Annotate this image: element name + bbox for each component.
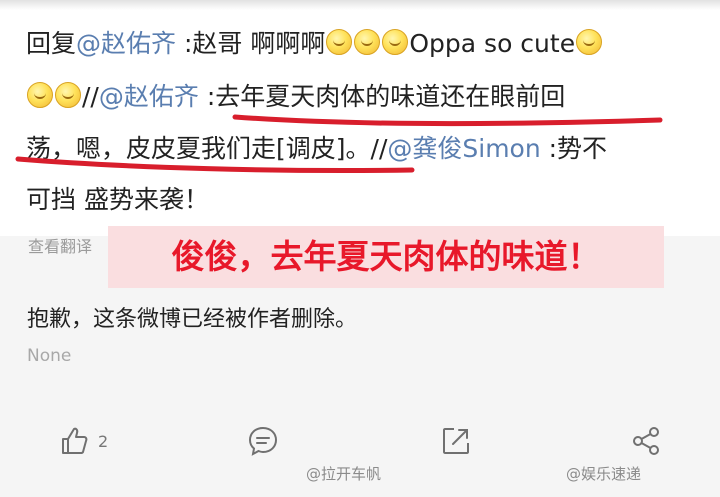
like-button[interactable]: 2	[58, 423, 108, 459]
hand-underline-1	[232, 114, 663, 127]
deleted-message: 抱歉，这条微博已经被作者删除。	[27, 307, 358, 332]
like-count: 2	[98, 431, 109, 451]
share-button[interactable]	[630, 423, 662, 459]
hand-underline-2	[15, 156, 415, 173]
share-icon	[633, 427, 659, 455]
repost-button[interactable]	[440, 423, 472, 459]
red-underline-markup	[15, 114, 663, 173]
comment-button[interactable]	[247, 423, 279, 459]
translate-link[interactable]: 查看翻译	[28, 233, 92, 257]
comment-card: 回复@赵佑齐 :赵哥 啊啊啊 Oppa so cute //@赵佑齐 :去年夏天肉…	[0, 0, 720, 236]
deleted-meta: None	[27, 346, 72, 366]
watermark-left: @拉开车帆	[306, 465, 382, 483]
thumbs-up-icon	[62, 427, 88, 454]
watermark-right: @娱乐速递	[566, 465, 642, 483]
repost-icon	[443, 428, 469, 454]
comment-icon	[248, 426, 278, 456]
caption-overlay: 俊俊，去年夏天肉体的味道！	[108, 226, 664, 288]
